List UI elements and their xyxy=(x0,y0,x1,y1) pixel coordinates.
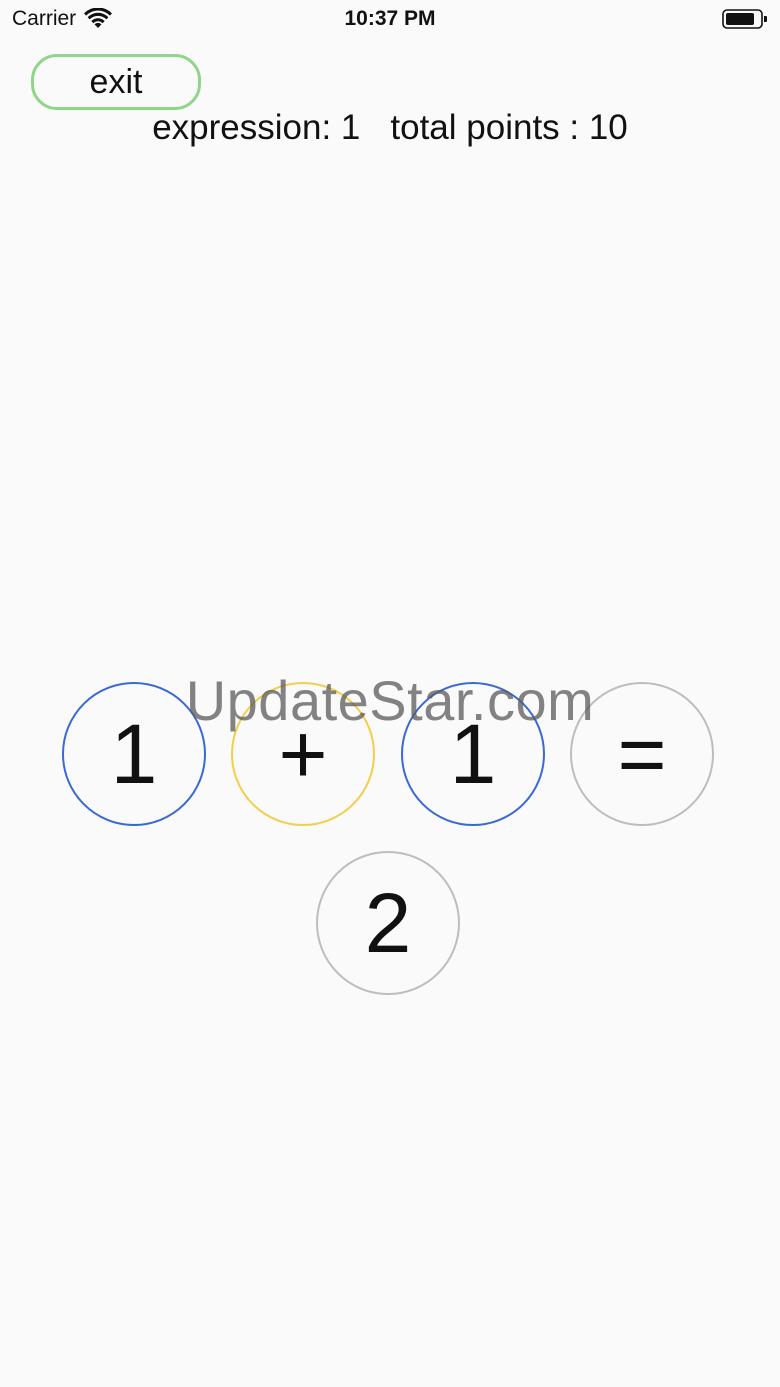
equals-tile[interactable]: = xyxy=(570,682,714,826)
score-line: expression: 1 total points : 10 xyxy=(0,108,780,148)
answer-tile[interactable]: 2 xyxy=(316,851,460,995)
number-tile[interactable]: 1 xyxy=(401,682,545,826)
operator-tile[interactable]: + xyxy=(231,682,375,826)
game-screen: Carrier 10:37 PM exit expression: 1 total… xyxy=(0,0,780,1387)
status-bar: Carrier 10:37 PM xyxy=(0,0,780,40)
battery-icon xyxy=(722,9,767,29)
exit-button[interactable]: exit xyxy=(31,54,201,110)
expression-count: expression: 1 xyxy=(152,108,361,147)
status-time: 10:37 PM xyxy=(344,7,436,30)
total-points: total points : 10 xyxy=(390,108,628,147)
number-tile[interactable]: 1 xyxy=(62,682,206,826)
